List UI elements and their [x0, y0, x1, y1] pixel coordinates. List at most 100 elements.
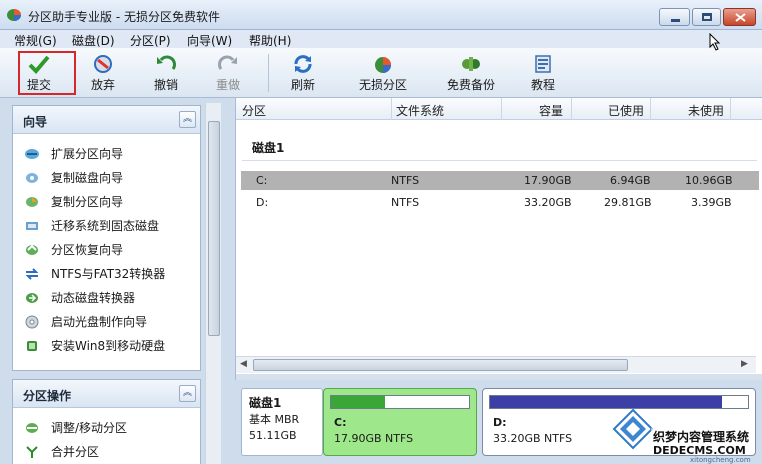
wizard-item-label: 复制分区向导	[51, 195, 124, 209]
discard-label: 放弃	[90, 78, 115, 92]
partition-info: 17.90GB NTFS	[334, 432, 414, 445]
wizard-dynamic-disk[interactable]: 动态磁盘转换器	[13, 286, 200, 310]
table-row[interactable]: D: NTFS 33.20GB 29.81GB 3.39GB	[241, 193, 759, 212]
cell-capacity: 17.90GB	[524, 174, 572, 187]
wizard-bootable-disc[interactable]: 启动光盘制作向导	[13, 310, 200, 334]
collapse-partition-ops-button[interactable]: ︽	[179, 385, 196, 402]
mouse-cursor-icon	[709, 33, 721, 51]
cell-capacity: 33.20GB	[524, 196, 572, 209]
migrate-os-icon	[26, 222, 38, 230]
partition-recovery-icon	[26, 244, 38, 255]
minimize-button[interactable]	[659, 8, 690, 26]
disk-name: 磁盘1	[249, 396, 282, 410]
minimize-icon	[671, 19, 680, 22]
discard-button[interactable]: 放弃	[83, 50, 123, 96]
wizard-panel: 向导 ︽ 扩展分区向导 复制磁盘向导 复制分区向导 迁移系统到固态磁盘 分区恢复…	[12, 105, 201, 371]
menu-disk[interactable]: 磁盘(D)	[72, 32, 115, 49]
title-bar: 分区助手专业版 - 无损分区免费软件	[0, 0, 762, 30]
menu-help[interactable]: 帮助(H)	[249, 32, 291, 49]
left-panel-scrollbar[interactable]	[205, 103, 221, 464]
table-horizontal-scrollbar[interactable]: ◀ ▶	[236, 356, 756, 373]
col-free[interactable]: 未使用	[688, 102, 724, 119]
submit-highlight-box	[18, 51, 76, 95]
collapse-wizard-button[interactable]: ︽	[179, 111, 196, 128]
col-used[interactable]: 已使用	[608, 102, 644, 119]
op-item-label: 合并分区	[51, 445, 100, 459]
app-icon	[7, 9, 21, 21]
extend-partition-icon	[25, 149, 39, 159]
col-filesystem[interactable]: 文件系统	[396, 102, 444, 119]
win8-usb-icon	[27, 341, 37, 351]
table-row[interactable]: C: NTFS 17.90GB 6.94GB 10.96GB	[241, 171, 759, 190]
partition-name: D:	[493, 416, 507, 429]
wizard-panel-header: 向导 ︽	[13, 106, 200, 134]
ntfs-fat32-converter-icon	[25, 268, 39, 280]
undo-label: 撤销	[153, 78, 178, 92]
copy-partition-icon	[26, 197, 38, 207]
resize-move-icon	[26, 423, 38, 433]
op-merge-partition[interactable]: 合并分区	[13, 440, 200, 464]
wizard-ntfs-fat32[interactable]: NTFS与FAT32转换器	[13, 262, 200, 286]
op-resize-move[interactable]: 调整/移动分区	[13, 416, 200, 440]
bootable-disc-icon	[25, 315, 39, 329]
undo-button[interactable]: 撤销	[146, 50, 186, 96]
partition-ops-panel-title: 分区操作	[23, 389, 72, 403]
free-backup-button[interactable]: 免费备份	[443, 50, 499, 96]
col-partition[interactable]: 分区	[242, 102, 266, 119]
maximize-button[interactable]	[692, 8, 721, 26]
lossless-partition-label: 无损分区	[358, 78, 407, 92]
wizard-copy-disk[interactable]: 复制磁盘向导	[13, 166, 200, 190]
wizard-item-label: 动态磁盘转换器	[51, 291, 136, 305]
disk-type: 基本 MBR	[249, 413, 300, 426]
cell-used: 6.94GB	[610, 174, 651, 187]
wizard-copy-partition[interactable]: 复制分区向导	[13, 190, 200, 214]
refresh-button[interactable]: 刷新	[283, 50, 323, 96]
disk-group-label: 磁盘1	[252, 141, 285, 155]
column-separator	[571, 98, 572, 120]
wizard-migrate-os[interactable]: 迁移系统到固态磁盘	[13, 214, 200, 238]
undo-icon	[157, 55, 176, 70]
tutorial-button[interactable]: 教程	[527, 50, 559, 96]
menu-wizard[interactable]: 向导(W)	[187, 32, 232, 49]
wizard-item-label: 迁移系统到固态磁盘	[51, 219, 160, 233]
disk-info-card[interactable]: 磁盘1 基本 MBR 51.11GB	[241, 388, 323, 456]
window-title: 分区助手专业版 - 无损分区免费软件	[28, 10, 220, 24]
scroll-left-arrow-icon[interactable]: ◀	[240, 359, 247, 369]
usage-fill	[331, 396, 385, 408]
op-item-label: 调整/移动分区	[51, 421, 128, 435]
wizard-item-label: 启动光盘制作向导	[51, 315, 148, 329]
redo-button[interactable]: 重做	[208, 50, 248, 96]
wizard-item-label: 扩展分区向导	[51, 147, 124, 161]
menu-partition[interactable]: 分区(P)	[130, 32, 171, 49]
disk-size: 51.11GB	[249, 429, 297, 442]
wizard-item-label: NTFS与FAT32转换器	[51, 267, 166, 281]
redo-icon	[218, 55, 237, 70]
column-separator	[391, 98, 392, 120]
dynamic-disk-converter-icon	[26, 293, 38, 303]
partition-block-c[interactable]: C: 17.90GB NTFS	[323, 388, 477, 456]
lossless-partition-icon	[375, 57, 391, 73]
close-button[interactable]	[723, 8, 756, 26]
wizard-list: 扩展分区向导 复制磁盘向导 复制分区向导 迁移系统到固态磁盘 分区恢复向导 NT…	[13, 134, 200, 358]
partition-info: 33.20GB NTFS	[493, 432, 573, 445]
wizard-partition-recovery[interactable]: 分区恢复向导	[13, 238, 200, 262]
scroll-right-arrow-icon[interactable]: ▶	[741, 359, 748, 369]
col-capacity[interactable]: 容量	[539, 102, 563, 119]
column-separator	[730, 98, 731, 120]
usage-bar	[330, 395, 470, 409]
wizard-win8-usb[interactable]: 安装Win8到移动硬盘	[13, 334, 200, 358]
cell-partition: C:	[256, 174, 268, 187]
partition-name: C:	[334, 416, 347, 429]
cell-filesystem: NTFS	[391, 174, 420, 187]
cell-filesystem: NTFS	[391, 196, 420, 209]
menu-general[interactable]: 常规(G)	[14, 32, 57, 49]
wizard-extend-partition[interactable]: 扩展分区向导	[13, 142, 200, 166]
partition-ops-list: 调整/移动分区 合并分区	[13, 408, 200, 464]
lossless-partition-button[interactable]: 无损分区	[355, 50, 411, 96]
backup-icon	[462, 57, 480, 71]
left-scrollbar-thumb[interactable]	[208, 121, 220, 336]
merge-partition-icon	[26, 446, 38, 458]
divider	[242, 160, 757, 161]
horizontal-scrollbar-thumb[interactable]	[253, 359, 628, 371]
discard-icon	[94, 55, 112, 73]
